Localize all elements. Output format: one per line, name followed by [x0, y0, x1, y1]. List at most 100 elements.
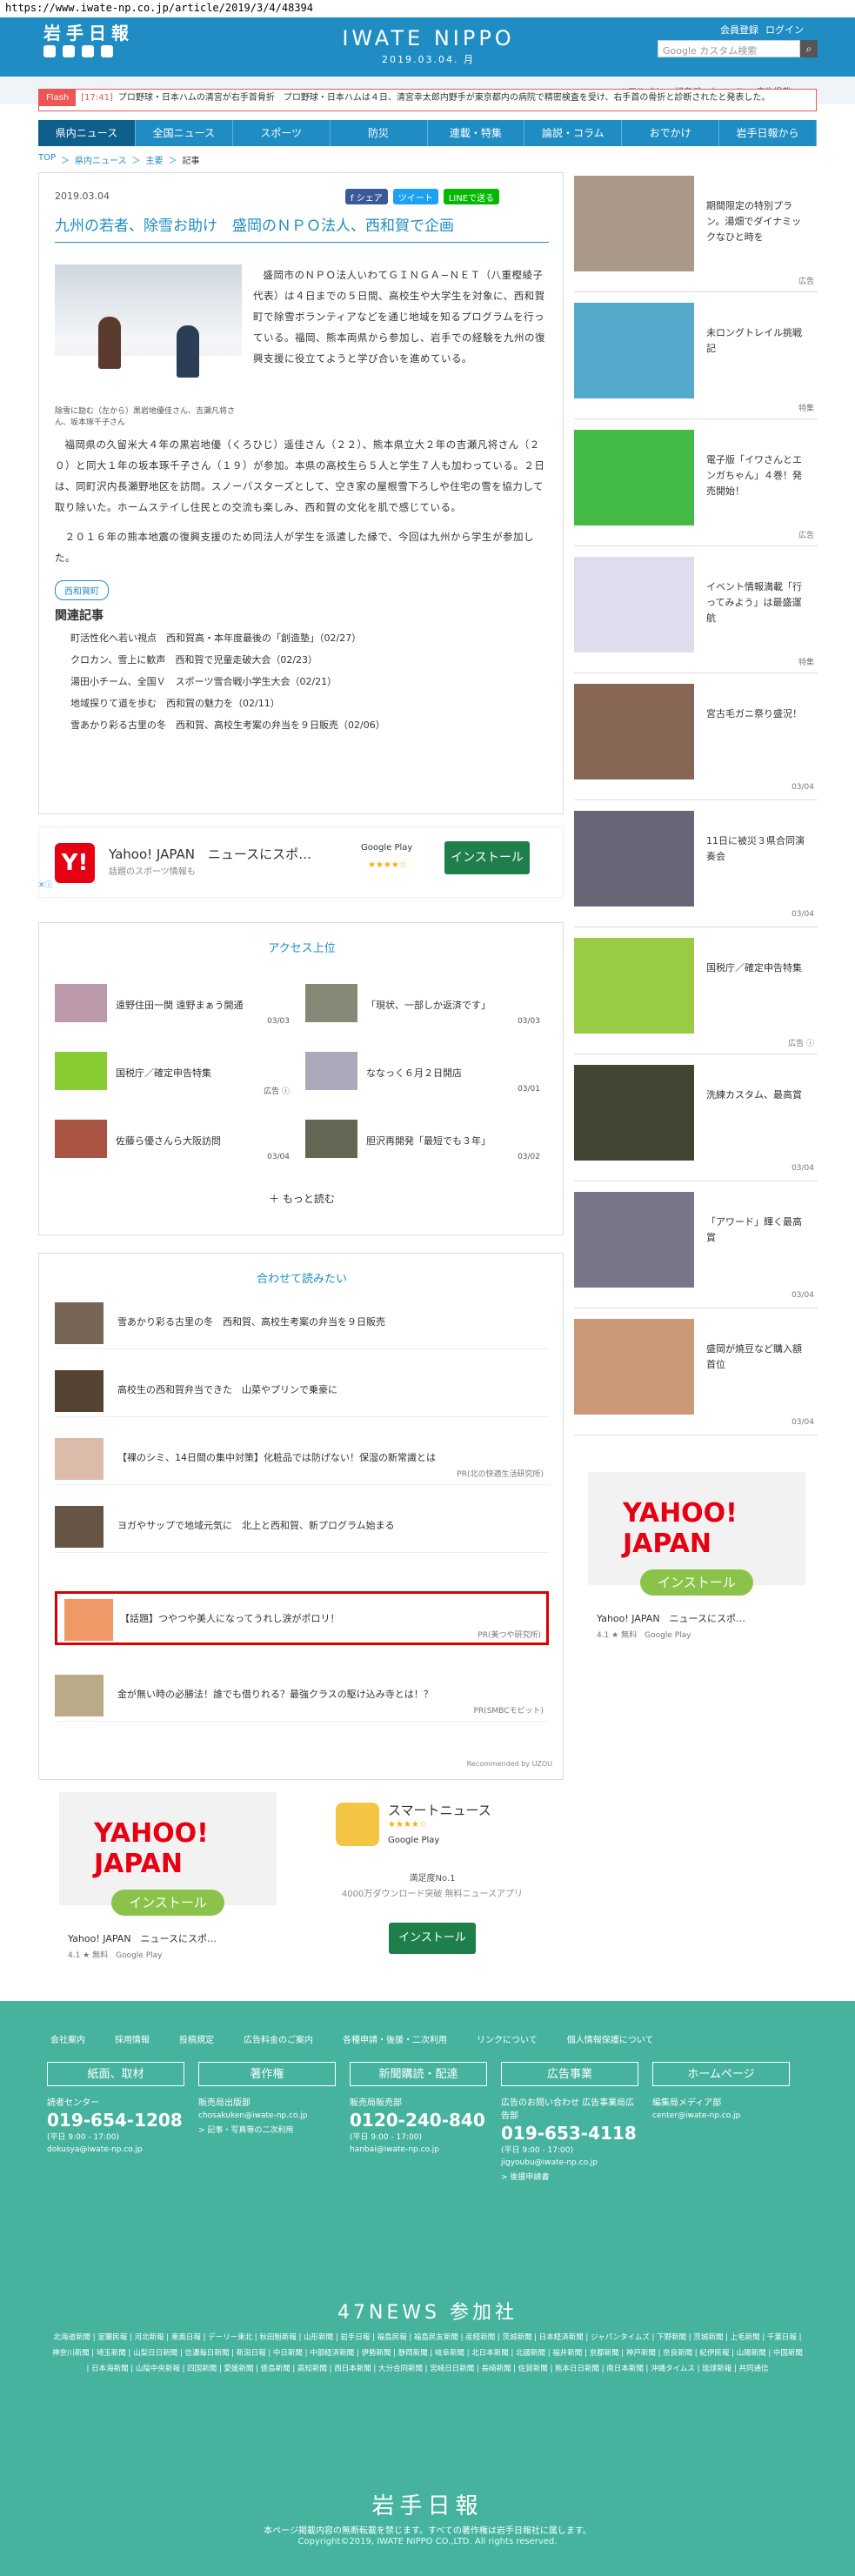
- footer-link[interactable]: リンクについて: [477, 2032, 538, 2045]
- search-button[interactable]: ⌕: [800, 40, 818, 57]
- sidebar-item[interactable]: 「アワード」輝く最高賞 03/04: [574, 1188, 818, 1308]
- footer-contact-box: 著作権 販売局出版部 chosakuken@iwate-np.co.jp > 記…: [198, 2062, 336, 2135]
- access-heading: アクセス上位: [268, 942, 336, 955]
- ad-title: Yahoo! JAPAN ニュースにスポ…: [597, 1613, 745, 1624]
- footer-contact-box: 紙面、取材 読者センター 019-654-1208 (平日 9:00 - 17:…: [47, 2062, 184, 2158]
- facebook-icon[interactable]: [63, 45, 75, 57]
- sponsorship-link[interactable]: > 後援申請書: [501, 2171, 638, 2182]
- install-button[interactable]: インストール: [111, 1890, 224, 1916]
- nav-national-news[interactable]: 全国ニュース: [136, 120, 233, 146]
- article-paragraph-3: ２０１６年の熊本地震の復興支援のため同法人が学生を派遣した縁で、今回は九州から学…: [55, 531, 535, 564]
- page: https://www.iwate-np.co.jp/article/2019/…: [0, 0, 855, 2576]
- sidebar-yahoo-ad[interactable]: YAHOO! JAPAN インストール Yahoo! JAPAN ニュースにスポ…: [588, 1472, 805, 1655]
- email-link[interactable]: jigyoubu@iwate-np.co.jp: [501, 2158, 638, 2167]
- yahoo-bottom-ad[interactable]: YAHOO! JAPAN インストール Yahoo! JAPAN ニュースにスポ…: [59, 1792, 277, 1975]
- topic-tag[interactable]: 西和賀町: [55, 580, 109, 600]
- search-input[interactable]: Google カスタム検索: [658, 40, 800, 57]
- sidebar-item[interactable]: 洗練カスタム、最高賞 03/04: [574, 1061, 818, 1181]
- install-button[interactable]: インストール: [444, 841, 530, 874]
- instagram-icon[interactable]: [101, 45, 113, 57]
- recommended-by[interactable]: Recommended by UZOU: [39, 1760, 552, 1768]
- ranking-item[interactable]: 遠野住田一関 遠野まぁう開通 03/03: [55, 984, 290, 1027]
- footer-logo[interactable]: 岩手日報: [0, 2488, 855, 2520]
- footer-link[interactable]: 広告料金のご案内: [244, 2032, 313, 2045]
- ad-title: スマートニュース: [388, 1803, 491, 1818]
- ad-line: 満足度No.1: [409, 1874, 456, 1883]
- phone-number[interactable]: 0120-240-840: [350, 2110, 487, 2131]
- phone-number[interactable]: 019-654-1208: [47, 2110, 184, 2131]
- recommended-item[interactable]: 雪あかり彩る古里の冬 西和賀、高校生考案の弁当を９日販売: [55, 1297, 549, 1349]
- nav-series[interactable]: 連載・特集: [428, 120, 525, 146]
- nav-sports[interactable]: スポーツ: [233, 120, 331, 146]
- recommended-item-highlighted[interactable]: 【話題】つやつや美人になってうれし涙がポロリ！ PR(美つや研究所): [55, 1591, 549, 1645]
- sidebar-item[interactable]: 期間限定の特別プラン。湯畑でダイナミックなひと時を 広告: [574, 172, 818, 292]
- related-item[interactable]: 雪あかり彩る古里の冬 西和賀、高校生考案の弁当を９日販売（02/06）: [70, 714, 549, 736]
- email-link[interactable]: dokusya@iwate-np.co.jp: [47, 2145, 184, 2154]
- sidebar-item[interactable]: 未ロングトレイル挑戦記 特集: [574, 299, 818, 419]
- member-papers[interactable]: 北海道新聞 | 室蘭民報 | 河北新報 | 東奥日報 | デーリー東北 | 秋田…: [52, 2330, 803, 2377]
- phone-number[interactable]: 019-653-4118: [501, 2123, 638, 2144]
- breadcrumb-top[interactable]: TOP: [38, 153, 56, 166]
- sidebar-item[interactable]: 11日に被災３県合同演奏会 03/04: [574, 807, 818, 927]
- flash-news-bar[interactable]: Flash [17:41] プロ野球・日本ハムの清宮が右手首骨折 プロ野球・日本ハム…: [38, 89, 817, 111]
- breadcrumb-prefecture[interactable]: 県内ニュース: [75, 153, 127, 166]
- footer-links: 会社案内 採用情報 投稿規定 広告料金のご案内 各種申請・後援・二次利用 リンク…: [50, 2032, 653, 2045]
- twitter-icon[interactable]: [43, 45, 56, 57]
- main-navigation: 県内ニュース 全国ニュース スポーツ 防災 連載・特集 論説・コラム おでかけ …: [38, 120, 817, 146]
- email-link[interactable]: center@iwate-np.co.jp: [652, 2111, 790, 2120]
- email-link[interactable]: chosakuken@iwate-np.co.jp: [198, 2111, 336, 2120]
- related-item[interactable]: 湯田小チーム、全国Ｖ スポーツ雪合戦小学生大会（02/21）: [70, 671, 549, 693]
- sidebar-item[interactable]: 国税庁／確定申告特集 広告 ⓘ: [574, 934, 818, 1054]
- install-button[interactable]: インストール: [640, 1569, 753, 1596]
- tweet-button[interactable]: ツイート: [392, 189, 438, 204]
- nav-disaster[interactable]: 防災: [331, 120, 428, 146]
- flash-tag: Flash: [39, 90, 77, 106]
- recommended-item[interactable]: 高校生の西和賀弁当できた 山菜やプリンで乗豪に: [55, 1365, 549, 1417]
- ranking-item[interactable]: 胆沢再開発「最短でも３年」 03/02: [305, 1120, 540, 1163]
- recommended-item[interactable]: ヨガやサップで地域元気に 北上と西和賀、新プログラム始まる: [55, 1501, 549, 1553]
- sidebar-item[interactable]: 宮古毛ガニ祭り盛況！ 03/04: [574, 680, 818, 800]
- ad-title: Yahoo! JAPAN ニュースにスポ…: [68, 1933, 217, 1944]
- footer-link[interactable]: 会社案内: [50, 2032, 85, 2045]
- secondary-use-link[interactable]: > 記事・写真等の二次利用: [198, 2124, 336, 2135]
- brand-name[interactable]: IWATE NIPPO: [339, 26, 518, 50]
- smartnews-ad[interactable]: スマートニュース ★★★★☆ Google Play 満足度No.1 4000万…: [324, 1792, 541, 1975]
- ranking-item[interactable]: 国税庁／確定申告特集 広告 ⓘ: [55, 1052, 290, 1096]
- yahoo-app-ad[interactable]: Y! Yahoo! JAPAN ニュースにスポ… 話題のスポーツ情報も Goog…: [38, 826, 564, 898]
- line-share-button[interactable]: LINEで送る: [443, 189, 500, 204]
- footer-link[interactable]: 投稿規定: [179, 2032, 214, 2045]
- member-register-link[interactable]: 会員登録: [720, 23, 758, 37]
- ranking-item[interactable]: ななっく６月２日開店 03/01: [305, 1052, 540, 1095]
- nav-prefecture-news[interactable]: 県内ニュース: [38, 120, 136, 146]
- article-date: 2019.03.04: [55, 191, 110, 202]
- sidebar-item[interactable]: 盛岡が焼豆など購入額首位 03/04: [574, 1315, 818, 1435]
- ranking-item[interactable]: 佐藤ら優さんら大阪訪問 03/04: [55, 1120, 290, 1163]
- recommended-heading: 合わせて読みたい: [256, 1273, 347, 1286]
- flash-headline[interactable]: プロ野球・日本ハムの清宮が右手首骨折: [118, 93, 275, 103]
- ranking-item[interactable]: 「現状、一部しか返済です」 03/03: [305, 984, 540, 1027]
- youtube-icon[interactable]: [82, 45, 94, 57]
- footer-link[interactable]: 各種申請・後援・二次利用: [343, 2032, 447, 2045]
- recommended-item[interactable]: 【裸のシミ、14日間の集中対策】化粧品では防げない！保湿の新常識とは PR(北の快…: [55, 1433, 549, 1485]
- install-button[interactable]: インストール: [389, 1923, 476, 1954]
- share-buttons: f シェア ツイート LINEで送る: [345, 189, 500, 204]
- related-item[interactable]: クロカン、雪上に歓声 西和賀で児童走破大会（02/23）: [70, 649, 549, 671]
- facebook-share-button[interactable]: f シェア: [345, 189, 388, 204]
- recommended-item[interactable]: 金が無い時の必勝法！誰でも借りれる？最強クラスの駆け込み寺とは！？ PR(SMBC…: [55, 1669, 549, 1722]
- related-item[interactable]: 町活性化へ若い視点 西和賀高・本年度最後の「創造塾」（02/27）: [70, 627, 549, 649]
- footer-link[interactable]: 採用情報: [115, 2032, 150, 2045]
- article-photo[interactable]: [55, 264, 242, 404]
- nav-editorial[interactable]: 論説・コラム: [524, 120, 623, 146]
- footer-link[interactable]: 個人情報保護について: [567, 2032, 654, 2045]
- site-logo[interactable]: 岩手日報: [43, 19, 134, 44]
- login-link[interactable]: ログイン: [765, 23, 804, 37]
- email-link[interactable]: hanbai@iwate-np.co.jp: [350, 2145, 487, 2154]
- read-more-button[interactable]: ＋ もっと読む: [39, 1191, 564, 1206]
- breadcrumb-main[interactable]: 主要: [146, 153, 164, 166]
- ad-choices-icon[interactable]: ✕ⓘ: [38, 879, 53, 890]
- sidebar-item[interactable]: 電子版「イワさんとエンガちゃん」４巻！発売開始！ 広告: [574, 426, 818, 546]
- nav-outing[interactable]: おでかけ: [622, 120, 720, 146]
- related-item[interactable]: 地域探りて道を歩む 西和賀の魅力を（02/11）: [70, 693, 549, 714]
- nav-from-iwate-nippo[interactable]: 岩手日報から: [719, 120, 817, 146]
- sidebar-item[interactable]: イベント情報満載「行ってみよう」は最盛運航 特集: [574, 553, 818, 673]
